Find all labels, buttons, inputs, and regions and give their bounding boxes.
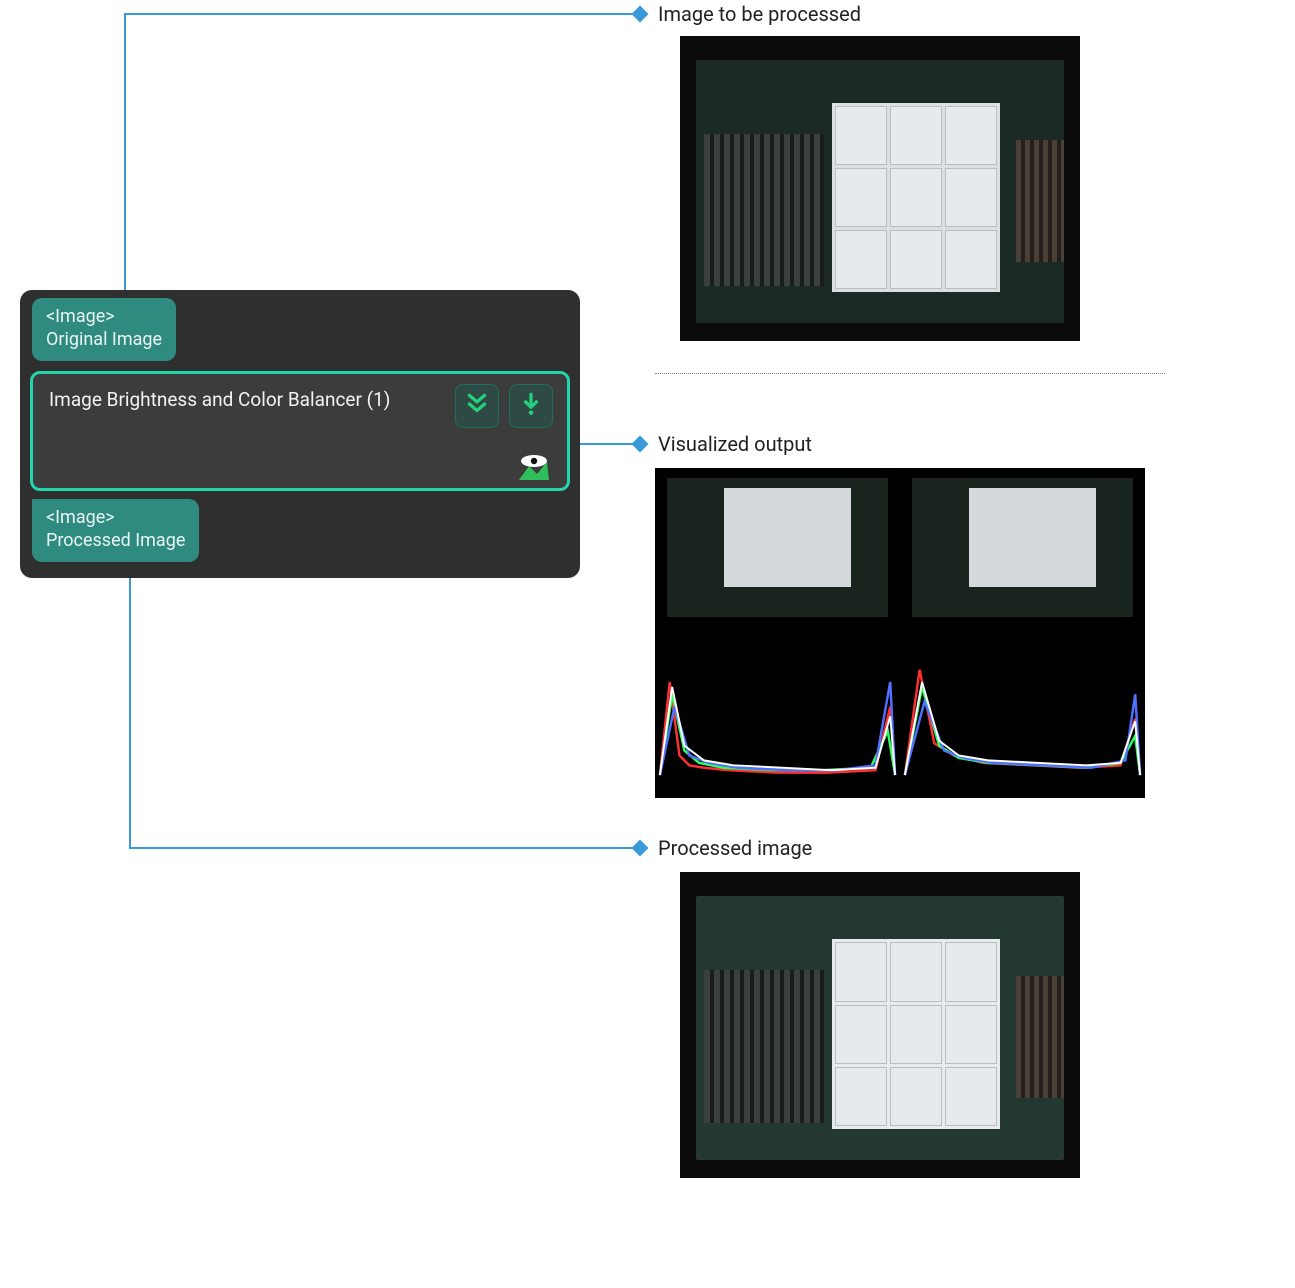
step-node-panel: <Image> Original Image Image Brightness … (20, 290, 580, 578)
run-once-button[interactable] (509, 384, 553, 428)
label-visualized-output: Visualized output (658, 432, 812, 456)
section-divider (655, 373, 1165, 374)
histogram-after (900, 633, 1145, 798)
label-processed-image: Processed image (658, 836, 812, 860)
output-port-processed-image[interactable]: <Image> Processed Image (32, 499, 199, 562)
histogram-before (655, 633, 900, 798)
connector-endpoint (632, 436, 649, 453)
run-once-icon (518, 391, 544, 422)
run-continuous-button[interactable] (455, 384, 499, 428)
run-all-icon (464, 391, 490, 422)
visualize-icon[interactable] (517, 454, 551, 482)
port-name: Processed Image (46, 530, 185, 553)
node-body[interactable]: Image Brightness and Color Balancer (1) (30, 371, 570, 491)
port-name: Original Image (46, 329, 162, 352)
connector-endpoint (632, 6, 649, 23)
visualized-output-preview (655, 468, 1145, 798)
vis-after-thumb (900, 468, 1145, 633)
input-image-preview (680, 36, 1080, 341)
port-type: <Image> (46, 306, 162, 329)
input-port-original-image[interactable]: <Image> Original Image (32, 298, 176, 361)
port-type: <Image> (46, 507, 185, 530)
label-image-to-be-processed: Image to be processed (658, 2, 861, 26)
processed-image-preview (680, 872, 1080, 1178)
connector-endpoint (632, 840, 649, 857)
vis-before-thumb (655, 468, 900, 633)
